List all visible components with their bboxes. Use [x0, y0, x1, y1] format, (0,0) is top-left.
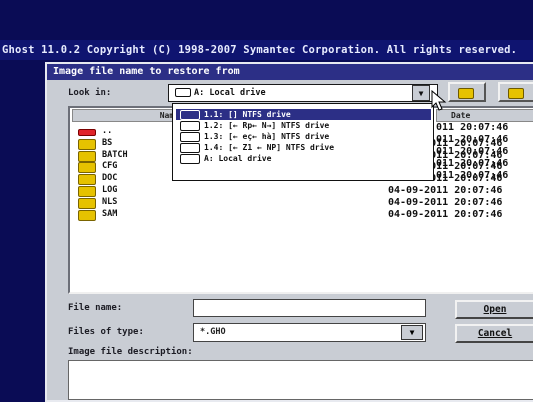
dropdown-item[interactable]: 1.2: [← Rp← N→] NTFS drive [176, 120, 431, 131]
folder-up-icon [458, 88, 474, 99]
dropdown-item-label: 1.2: [← Rp← N→] NTFS drive [204, 121, 330, 130]
drive-icon [180, 132, 200, 142]
drive-icon [180, 143, 200, 153]
chevron-down-icon: ▼ [418, 89, 424, 98]
look-in-value: A: Local drive [194, 88, 266, 98]
look-in-dropdown-list: 1.1: [] NTFS drive 1.2: [← Rp← N→] NTFS d… [172, 103, 434, 181]
file-row[interactable]: SAM [78, 208, 198, 221]
dropdown-item[interactable]: 1.1: [] NTFS drive [176, 109, 431, 120]
dropdown-item[interactable]: A: Local drive [176, 153, 431, 164]
dialog-title: Image file name to restore from [47, 64, 533, 80]
chevron-down-icon: ▼ [409, 328, 415, 337]
file-name-label: File name: [68, 303, 123, 313]
file-date-partial: 011 20:07:46 [436, 146, 509, 157]
drive-icon [175, 88, 191, 97]
file-name: CFG [102, 161, 118, 172]
file-date: 04-09-2011 20:07:46 [388, 208, 503, 220]
file-date-partial: 011 20:07:46 [436, 134, 509, 145]
description-label: Image file description: [68, 347, 193, 357]
file-date-partial: 011 20:07:46 [436, 122, 509, 133]
app-title-bar: Ghost 11.0.2 Copyright (C) 1998-2007 Sym… [0, 40, 533, 60]
file-date: 04-09-2011 20:07:46 [388, 185, 503, 196]
drive-icon [180, 121, 200, 131]
file-date-partial: 011 20:07:46 [436, 158, 509, 169]
file-name: SAM [102, 208, 118, 219]
folder-icon [78, 197, 96, 209]
folder-icon [78, 209, 96, 221]
folder-icon [78, 162, 96, 174]
dropdown-item-label: 1.3: [← eç← hà] NTFS drive [204, 132, 330, 141]
dropdown-item-label: 1.4: [← Z1 ← NP] NTFS drive [204, 143, 335, 152]
files-of-type-label: Files of type: [68, 327, 144, 337]
dropdown-item-label: 1.1: [] NTFS drive [204, 110, 291, 119]
folder-icon [78, 186, 96, 197]
look-in-label: Look in: [68, 88, 112, 98]
file-row[interactable]: LOG [78, 185, 198, 197]
drive-icon [180, 110, 200, 120]
dropdown-item[interactable]: 1.3: [← eç← hà] NTFS drive [176, 131, 431, 142]
look-in-dropdown-button[interactable]: ▼ [412, 85, 430, 101]
file-name-input[interactable] [193, 299, 426, 317]
file-name: LOG [102, 185, 118, 195]
file-name: NLS [102, 196, 118, 207]
file-name: BATCH [102, 149, 128, 160]
file-name: BS [102, 137, 113, 148]
up-folder-button[interactable] [448, 82, 486, 102]
folder-icon [78, 174, 96, 186]
parent-folder-icon [78, 129, 96, 136]
file-name: DOC [102, 173, 118, 184]
drive-icon [180, 154, 200, 164]
file-date: 04-09-2011 20:07:46 [388, 196, 503, 208]
open-button[interactable]: Open [455, 300, 533, 319]
mouse-cursor-icon [431, 90, 447, 111]
look-in-combo[interactable]: A: Local drive [168, 84, 438, 102]
column-header-date[interactable]: Date [436, 109, 533, 122]
new-folder-icon [508, 88, 524, 99]
cancel-button[interactable]: Cancel [455, 324, 533, 343]
files-of-type-dropdown-button[interactable]: ▼ [401, 325, 423, 340]
files-of-type-select[interactable]: *.GHO [193, 323, 426, 342]
file-name: .. [102, 126, 113, 136]
column-header-name[interactable]: Name [72, 109, 182, 122]
file-row[interactable]: NLS [78, 196, 198, 209]
dropdown-item[interactable]: 1.4: [← Z1 ← NP] NTFS drive [176, 142, 431, 153]
file-date-partial: 011 20:07:46 [436, 170, 509, 181]
folder-icon [78, 138, 96, 150]
new-folder-button[interactable] [498, 82, 533, 102]
dropdown-item-label: A: Local drive [204, 154, 272, 163]
folder-icon [78, 150, 96, 162]
description-textarea[interactable] [68, 360, 533, 400]
